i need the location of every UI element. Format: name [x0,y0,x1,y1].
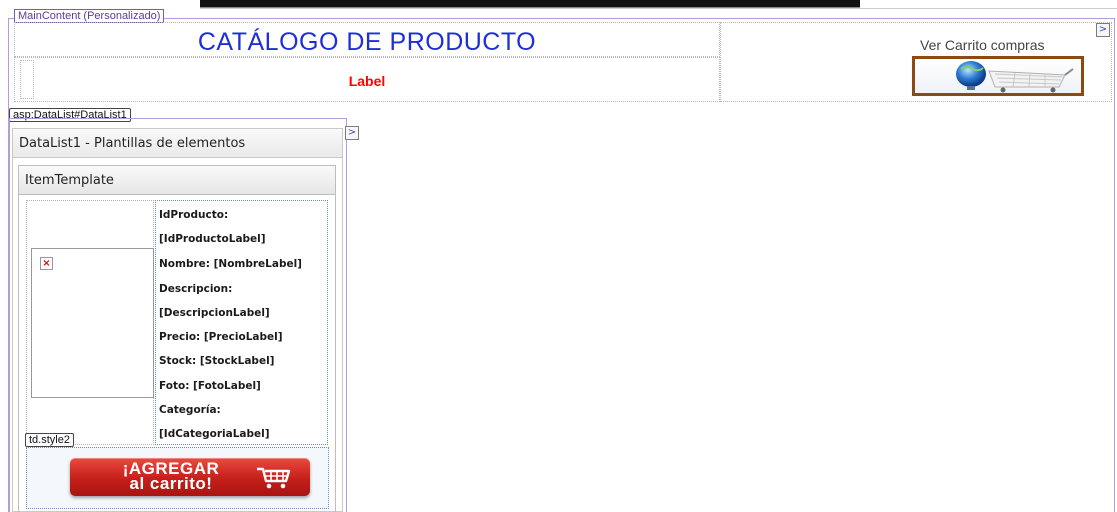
main-content-tag[interactable]: MainContent (Personalizado) [14,9,165,23]
field-line: Foto: [FotoLabel] [159,380,261,392]
add-to-cart-button[interactable]: ¡AGREGAR al carrito! [70,458,310,496]
main-content-expand-arrow[interactable]: > [1096,23,1110,37]
view-cart-link[interactable]: Ver Carrito compras [920,37,1044,53]
status-label: Label [348,73,386,89]
field-line: Stock: [StockLabel] [159,355,275,367]
page-title: CATÁLOGO DE PRODUCTO [197,28,537,56]
field-line: [IdProductoLabel] [159,233,266,245]
field-line: Nombre: [NombreLabel] [159,258,302,270]
shopping-cart-icon [257,467,291,489]
top-rule [200,8,1117,9]
datalist-panel-title: DataList1 - Plantillas de elementos [12,128,343,158]
broken-image-icon: × [40,257,53,270]
td-style-tag[interactable]: td.style2 [25,433,74,447]
field-line: [IdCategoriaLabel] [159,428,270,440]
field-line: IdProducto: [159,209,229,221]
cart-image-button[interactable] [912,56,1084,96]
datalist-smart-tag-arrow[interactable]: > [345,126,359,140]
top-strip [0,0,1117,10]
globe-cart-icon [956,61,1074,93]
field-line: Precio: [PrecioLabel] [159,331,283,343]
add-to-cart-line2: al carrito! [129,474,213,493]
field-line: Categoría: [159,404,221,416]
field-line: Descripcion: [159,283,233,295]
field-line: [DescripcionLabel] [159,307,270,319]
product-image[interactable] [31,248,154,398]
item-template-title: ItemTemplate [18,165,336,195]
